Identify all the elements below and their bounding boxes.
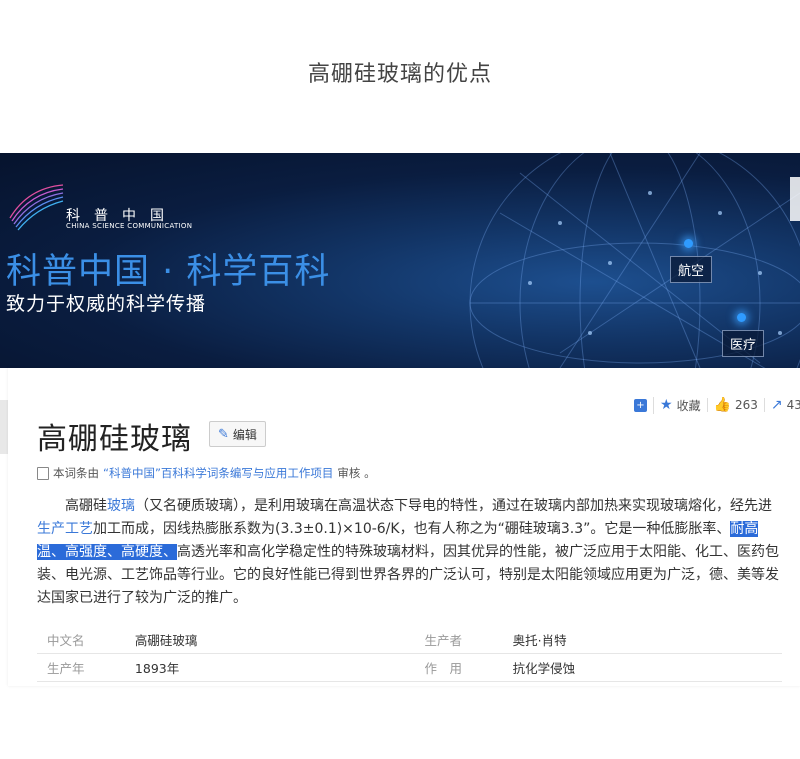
review-notice: 本词条由 “科普中国”百科科学词条编写与应用工作项目 审核 。 [37,465,376,481]
favorite-button[interactable]: ★ 收藏 [653,396,707,414]
favorite-label: 收藏 [676,398,701,413]
edit-button[interactable]: ✎ 编辑 [209,421,266,447]
info-value: 奥托·肖特 [512,626,782,654]
notice-suffix: 审核 。 [337,466,376,480]
summary-text: 高硼硅 [65,498,107,514]
info-value: 抗化学侵蚀 [512,653,782,682]
info-key: 作 用 [404,653,513,682]
map-marker-icon [737,313,746,322]
share-button[interactable]: ↗ 43 [763,397,800,413]
info-key: 生产者 [404,626,513,654]
banner-title: 科普中国 · 科学百科 [6,252,331,292]
banner-slogan: 致力于权威的科学传播 [6,293,207,315]
science-china-logo [9,184,64,231]
action-bar: + ★ 收藏 👍 263 ↗ 43 [628,396,800,414]
map-marker-icon [684,239,693,248]
info-value: 1893年 [134,653,405,682]
like-count: 263 [735,398,758,412]
edit-label: 编辑 [232,427,257,442]
share-icon: ↗ [770,397,783,413]
production-process-link[interactable]: 生产工艺 [37,521,93,537]
site-banner: 科普中国 CHINA SCIENCE COMMUNICATION 科普中国 · … [0,153,800,368]
review-project-link[interactable]: “科普中国”百科科学词条编写与应用工作项目 [103,465,333,481]
summary-text: （又名硬质玻璃），是利用玻璃在高温状态下导电的特性，通过在玻璃内部加热来实现玻璃… [135,498,772,514]
table-row: 生产年 1893年 作 用 抗化学侵蚀 [37,653,782,682]
side-tab[interactable] [0,400,8,454]
info-key: 生产年 [37,653,135,682]
share-count: 43 [786,398,800,412]
logo-subtext: CHINA SCIENCE COMMUNICATION [66,222,193,230]
table-row: 中文名 高硼硅玻璃 生产者 奥托·肖特 [37,626,782,654]
tag-medical[interactable]: 医疗 [722,330,765,357]
basic-info-table: 中文名 高硼硅玻璃 生产者 奥托·肖特 生产年 1893年 作 用 抗化学侵蚀 [37,626,782,682]
notice-prefix: 本词条由 [53,466,99,480]
like-button[interactable]: 👍 263 [706,397,764,413]
summary-text: 加工而成，因线热膨胀系数为(3.3±0.1)×10-6/K，也有人称之为“硼硅玻… [93,521,731,537]
star-icon: ★ [660,397,673,413]
document-icon [37,466,49,480]
plus-icon: + [634,398,647,412]
entry-title: 高硼硅玻璃 [37,422,192,457]
glass-link[interactable]: 玻璃 [107,498,135,514]
side-panel-edge [790,177,800,221]
add-button[interactable]: + [628,398,653,412]
thumbs-up-icon: 👍 [713,397,732,413]
tag-aviation[interactable]: 航空 [670,256,713,283]
page-heading: 高硼硅玻璃的优点 [307,62,492,87]
entry-summary: 高硼硅玻璃（又名硬质玻璃），是利用玻璃在高温状态下导电的特性，通过在玻璃内部加热… [37,495,782,610]
info-key: 中文名 [37,626,135,654]
pencil-icon: ✎ [218,426,229,442]
info-value: 高硼硅玻璃 [134,626,405,654]
